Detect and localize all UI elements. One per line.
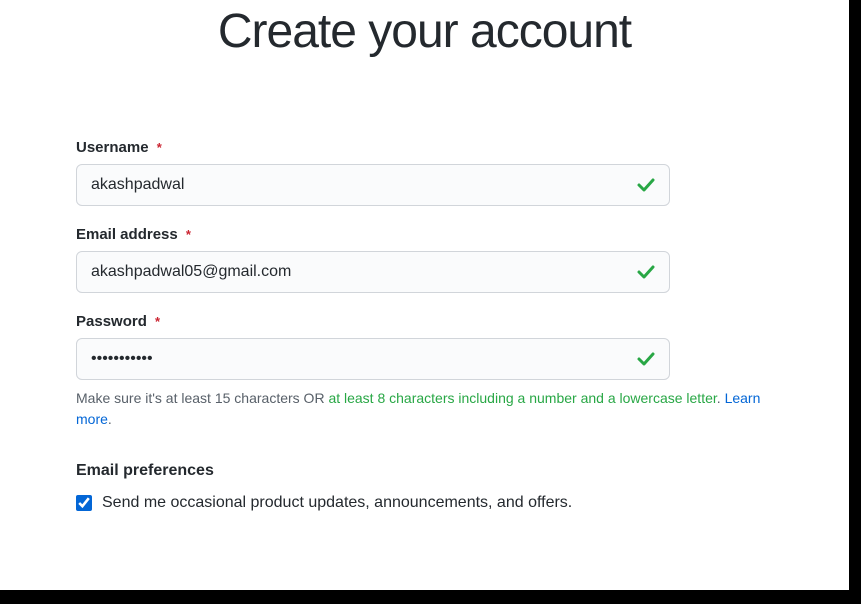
email-group: Email address * — [76, 226, 773, 293]
username-label: Username * — [76, 139, 773, 156]
required-asterisk: * — [155, 314, 160, 329]
required-asterisk: * — [186, 227, 191, 242]
username-group: Username * — [76, 139, 773, 206]
password-hint-end: . — [108, 411, 112, 427]
password-label: Password * — [76, 313, 773, 330]
password-hint-green: at least 8 characters including a number… — [328, 390, 716, 406]
signup-form: Username * Email address * — [0, 139, 849, 512]
email-preferences-heading: Email preferences — [76, 462, 773, 480]
password-input[interactable] — [76, 338, 670, 380]
username-input[interactable] — [76, 164, 670, 206]
password-hint-period: . — [717, 390, 725, 406]
password-hint: Make sure it's at least 15 characters OR… — [76, 388, 773, 430]
email-label: Email address * — [76, 226, 773, 243]
email-preferences-checkbox[interactable] — [76, 495, 92, 511]
required-asterisk: * — [157, 140, 162, 155]
password-group: Password * Make sure it's at least 15 ch… — [76, 313, 773, 430]
email-label-text: Email address — [76, 226, 178, 243]
email-preferences-label: Send me occasional product updates, anno… — [102, 494, 572, 512]
page-title: Create your account — [0, 0, 849, 59]
password-label-text: Password — [76, 313, 147, 330]
email-preferences-row: Send me occasional product updates, anno… — [76, 494, 773, 512]
username-label-text: Username — [76, 139, 149, 156]
email-input[interactable] — [76, 251, 670, 293]
password-hint-prefix: Make sure it's at least 15 characters OR — [76, 390, 328, 406]
